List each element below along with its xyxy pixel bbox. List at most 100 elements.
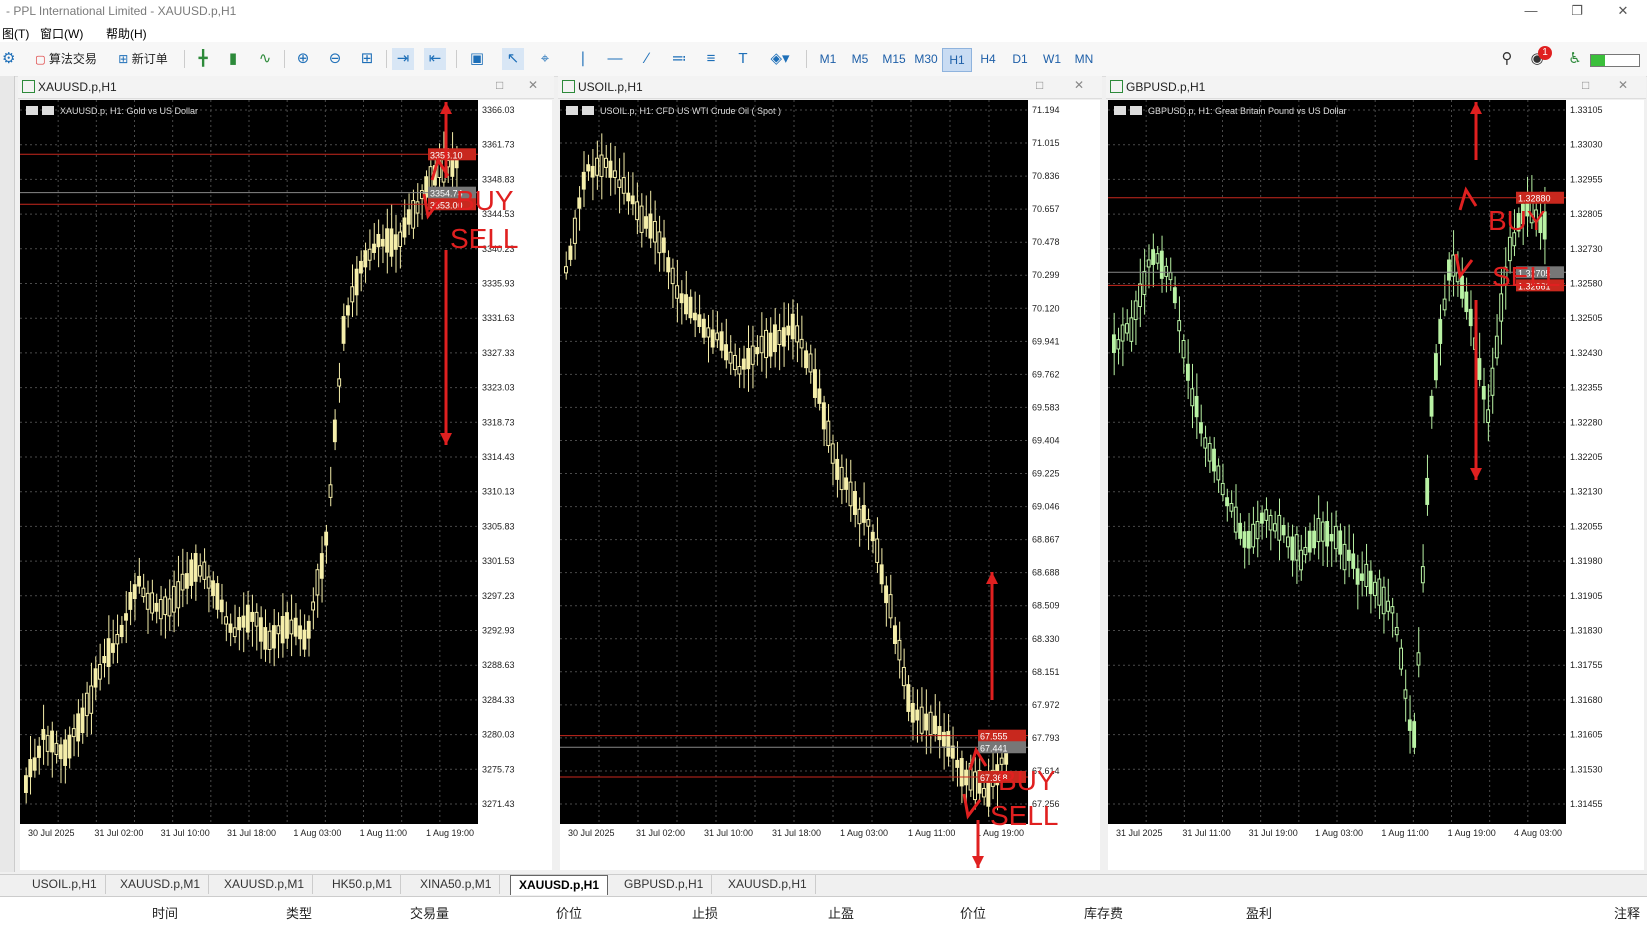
close-icon[interactable]: ✕ [528, 78, 538, 92]
channel-icon[interactable]: ≕ [668, 48, 690, 70]
candle-body [1207, 443, 1212, 462]
maximize-icon[interactable]: □ [1036, 78, 1043, 92]
timeframe-w1[interactable]: W1 [1038, 48, 1066, 70]
new-order-button[interactable]: ⊞ 新订单 [112, 48, 174, 70]
maximize-icon[interactable]: □ [1582, 78, 1589, 92]
chart-tab[interactable]: XAUUSD.p,M1 [216, 875, 314, 894]
menu-item-help[interactable]: 帮助(H) [106, 25, 147, 42]
price-tick-label: 68.151 [1032, 667, 1060, 677]
price-tick-label: 69.941 [1032, 336, 1060, 346]
bar-chart-icon[interactable]: ╋ [192, 48, 214, 70]
navigator-edge[interactable] [0, 76, 15, 872]
vertical-line-icon[interactable]: ∣ [572, 48, 594, 70]
chart-tab[interactable]: XAUUSD.p,M1 [112, 875, 210, 894]
toolbar: ⚙ ▢ 算法交易 ⊞ 新订单 ╋ ▮ ∿ ⊕ ⊖ ⊞ ⇥ ⇤ ▣ ↖ ⌖ ∣ —… [0, 42, 1647, 77]
candle-body [675, 285, 680, 299]
column-header-volume[interactable]: 交易量 [410, 903, 449, 922]
chart-tab[interactable]: HK50.p,M1 [324, 875, 402, 894]
screenshot-icon[interactable]: ▣ [466, 48, 488, 70]
crosshair-icon[interactable]: ⌖ [534, 48, 556, 70]
timeframe-m5[interactable]: M5 [846, 48, 874, 70]
column-header-profit[interactable]: 盈利 [1246, 903, 1272, 922]
timeframe-m1[interactable]: M1 [814, 48, 842, 70]
candle-body [1229, 503, 1234, 512]
chart-canvas-xauusd[interactable]: 3366.033361.733348.833344.533340.233335.… [20, 100, 552, 870]
candle-body [1259, 512, 1264, 524]
chart-tab[interactable]: XAUUSD.p,H1 [720, 875, 816, 894]
price-tick-label: 68.330 [1032, 634, 1060, 644]
column-header-open-price[interactable]: 价位 [556, 903, 582, 922]
zoom-out-icon[interactable]: ⊖ [324, 48, 346, 70]
price-tick-label: 1.33105 [1570, 105, 1603, 115]
column-header-comment[interactable]: 注释 [1614, 903, 1640, 922]
tile-windows-icon[interactable]: ⊞ [356, 48, 378, 70]
fibonacci-icon[interactable]: ≡ [700, 48, 722, 70]
time-tick-label: 31 Jul 18:00 [227, 828, 276, 838]
candle-body [844, 477, 849, 490]
menu-item-chart[interactable]: 图(T) [2, 25, 29, 42]
price-tick-label: 70.657 [1032, 204, 1060, 214]
candle-body [298, 625, 302, 640]
column-header-take-profit[interactable]: 止盈 [828, 903, 854, 922]
restore-icon[interactable]: ❐ [1566, 1, 1588, 21]
timeframe-m15[interactable]: M15 [878, 48, 910, 70]
candle-body [875, 538, 880, 563]
auto-scroll-icon[interactable]: ⇥ [392, 48, 414, 70]
chart-tab[interactable]: USOIL.p,H1 [24, 875, 106, 894]
candle-body [1181, 340, 1186, 359]
candle-body [999, 757, 1004, 765]
horizontal-line-icon[interactable]: — [604, 48, 626, 70]
menu-item-window[interactable]: 窗口(W) [40, 25, 83, 42]
price-line-tag-label: 67.555 [980, 732, 1008, 742]
column-header-stop-loss[interactable]: 止损 [692, 903, 718, 922]
timeframe-d1[interactable]: D1 [1006, 48, 1034, 70]
search-icon[interactable]: ⚲ [1496, 48, 1518, 70]
candle-body [245, 604, 250, 633]
trendline-icon[interactable]: ∕ [636, 48, 658, 70]
candle-body [1403, 689, 1408, 699]
close-icon[interactable]: ✕ [1612, 1, 1634, 21]
candle-body [1373, 581, 1377, 596]
minimize-icon[interactable]: — [1520, 1, 1542, 21]
close-icon[interactable]: ✕ [1074, 78, 1084, 92]
timeframe-mn[interactable]: MN [1070, 48, 1098, 70]
text-tool-icon[interactable]: T [732, 48, 754, 70]
column-header-current-price[interactable]: 价位 [960, 903, 986, 922]
candlestick-icon[interactable]: ▮ [222, 48, 244, 70]
column-header-swap[interactable]: 库存费 [1084, 903, 1123, 922]
timeframe-m30[interactable]: M30 [910, 48, 942, 70]
zoom-in-icon[interactable]: ⊕ [292, 48, 314, 70]
candle-body [746, 348, 751, 370]
timeframe-h1[interactable]: H1 [942, 48, 972, 72]
chart-tab[interactable]: XINA50.p,M1 [412, 875, 501, 894]
toolbar-gear-icon[interactable]: ⚙ [2, 48, 15, 70]
candle-body [835, 458, 840, 480]
close-icon[interactable]: ✕ [1618, 78, 1628, 92]
candle-body [710, 329, 715, 348]
chart-shift-icon[interactable]: ⇤ [424, 48, 446, 70]
price-tick-label: 3305.83 [482, 521, 515, 531]
candle-body [772, 324, 777, 353]
timeframe-h4[interactable]: H4 [974, 48, 1002, 70]
chart-canvas-usoil[interactable]: 71.194 71.015 70.836 70.657 70.478 70.299 70.1… [560, 100, 1100, 870]
candle-body [1351, 553, 1356, 569]
candle-body [141, 587, 146, 598]
shapes-icon[interactable]: ◈▾ [764, 48, 796, 70]
cursor-icon[interactable]: ↖ [502, 48, 524, 70]
price-tick-label: 3361.73 [482, 140, 515, 150]
price-tick-label: 1.31530 [1570, 764, 1603, 774]
column-header-type[interactable]: 类型 [286, 903, 312, 922]
chart-tab[interactable]: GBPUSD.p,H1 [616, 875, 713, 894]
line-chart-icon[interactable]: ∿ [254, 48, 276, 70]
candle-body [1390, 606, 1395, 614]
column-header-time[interactable]: 时间 [152, 903, 178, 922]
maximize-icon[interactable]: □ [496, 78, 503, 92]
signal-icon[interactable]: ♿ [1564, 48, 1586, 70]
chart-canvas-gbpusd[interactable]: 1.33105 1.33030 1.32955 1.32805 1.32730 1.325… [1108, 100, 1644, 870]
chart-info-text: GBPUSD.p, H1: Great Britain Pound vs US … [1148, 106, 1347, 116]
chart-tab-active[interactable]: XAUUSD.p,H1 [510, 875, 609, 895]
candle-body [89, 685, 94, 714]
candle-body [1507, 236, 1512, 262]
candle-body [67, 734, 72, 759]
algo-trading-button[interactable]: ▢ 算法交易 [30, 48, 102, 70]
